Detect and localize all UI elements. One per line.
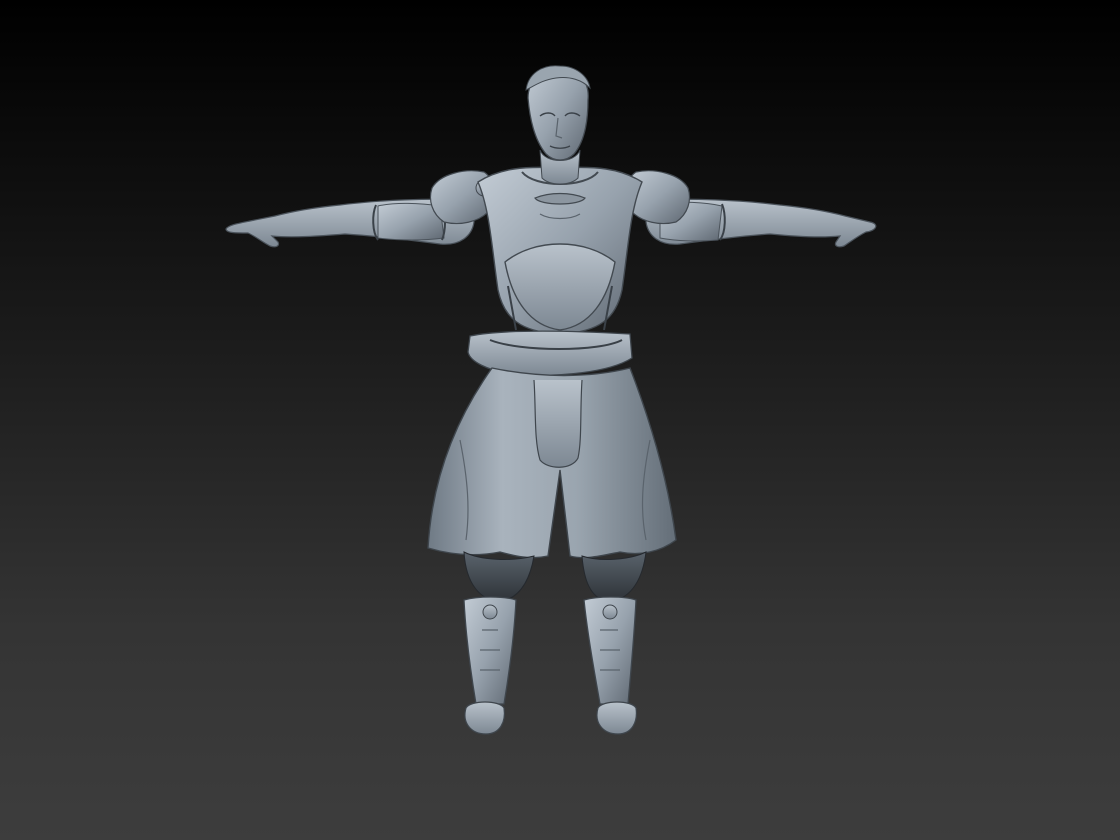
torso-armor xyxy=(477,166,643,335)
robe-skirt xyxy=(427,367,677,559)
sculpt-viewport[interactable] xyxy=(0,0,1120,840)
head xyxy=(525,65,591,185)
sculpt-model[interactable] xyxy=(0,0,1120,840)
pants xyxy=(463,551,647,603)
left-boot xyxy=(463,596,517,735)
right-boot xyxy=(583,596,637,735)
